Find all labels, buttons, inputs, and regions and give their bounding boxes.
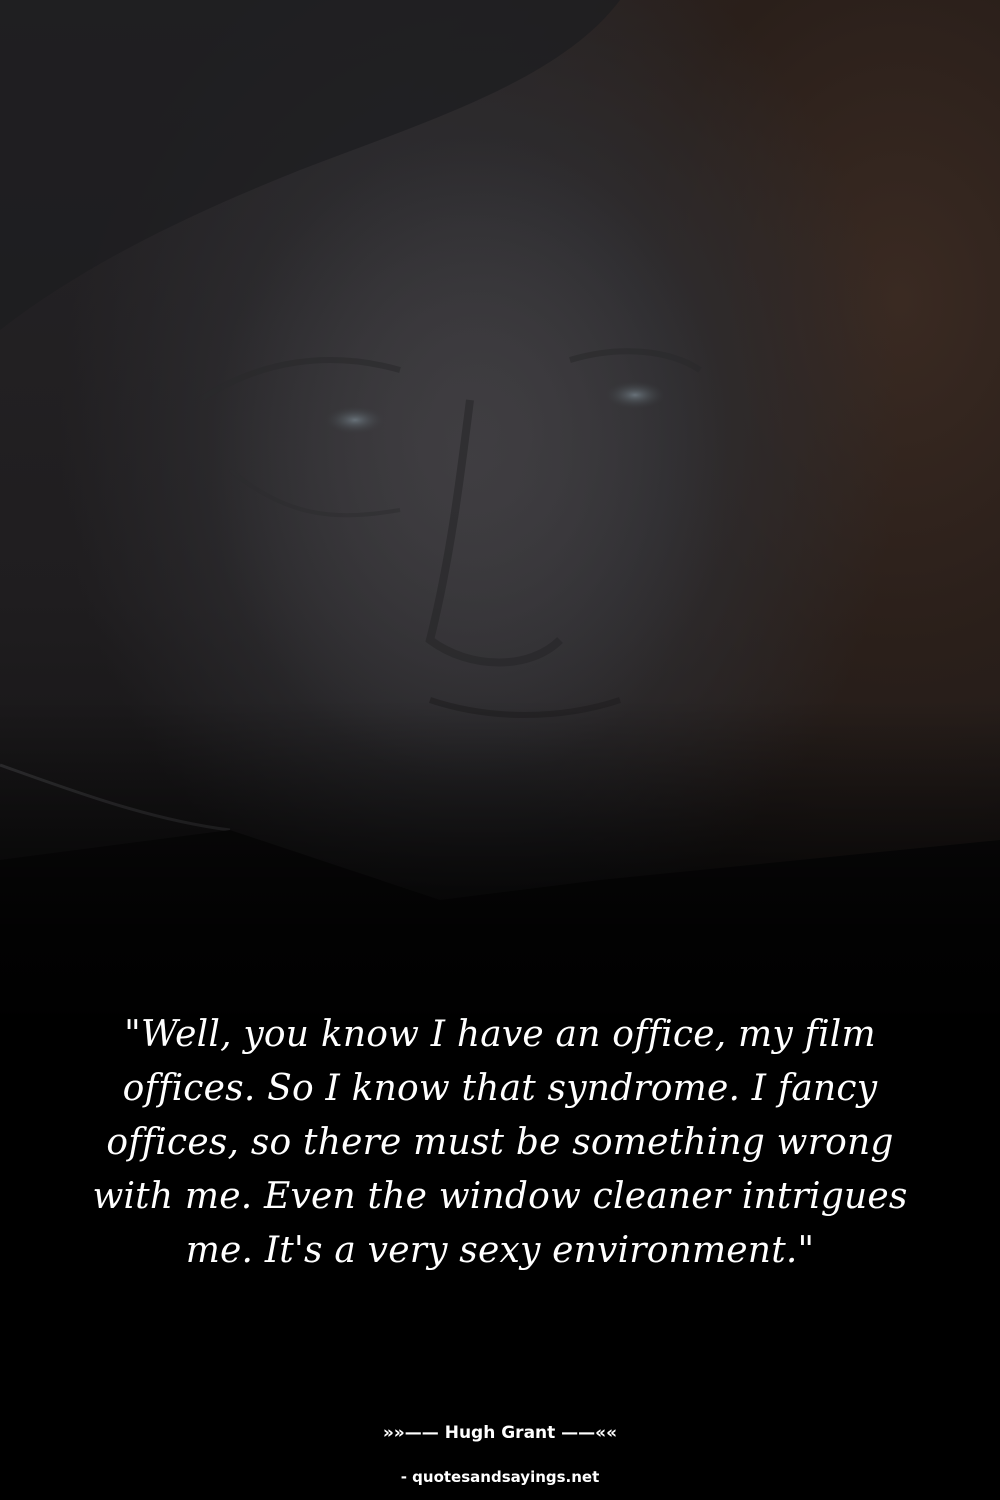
quote-text: "Well, you know I have an office, my fil…: [92, 1014, 908, 1271]
right-eye: [605, 381, 665, 409]
left-eye: [325, 406, 385, 434]
quote-author: »»—— Hugh Grant ——««: [382, 1423, 618, 1443]
source-watermark: - quotesandsayings.net: [400, 1468, 600, 1486]
quote-poster: "Well, you know I have an office, my fil…: [0, 0, 1000, 1500]
face-shape: [210, 140, 730, 780]
